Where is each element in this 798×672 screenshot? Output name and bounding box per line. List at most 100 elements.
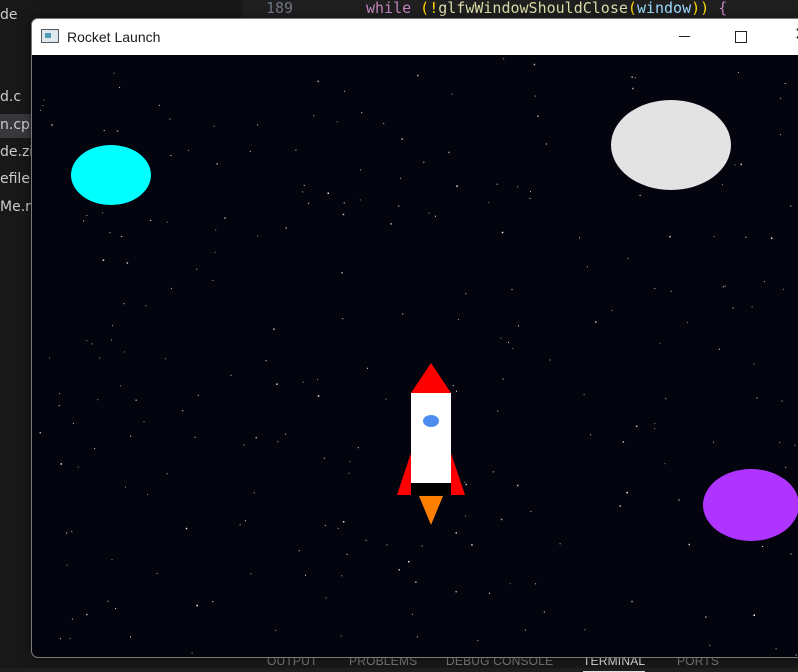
explorer-item[interactable]: d.c — [0, 89, 21, 105]
star — [299, 550, 300, 551]
star — [398, 206, 399, 207]
star — [343, 521, 345, 523]
star — [157, 573, 158, 574]
star — [273, 328, 275, 330]
star — [687, 322, 688, 323]
star — [631, 601, 633, 603]
star — [654, 423, 655, 424]
star — [328, 193, 330, 195]
star — [341, 272, 343, 274]
star — [738, 72, 739, 73]
star — [399, 569, 401, 571]
star — [408, 561, 410, 563]
star — [510, 583, 511, 584]
star — [78, 467, 79, 468]
star — [458, 319, 459, 320]
star — [456, 532, 458, 534]
star — [144, 421, 145, 422]
star — [94, 448, 95, 449]
line-number: 189 — [266, 0, 293, 16]
star — [714, 236, 715, 237]
star — [636, 426, 638, 428]
star — [212, 280, 213, 281]
star — [231, 375, 232, 376]
star — [654, 428, 655, 429]
maximize-button[interactable] — [718, 19, 764, 55]
explorer-item[interactable]: de — [0, 7, 18, 23]
star — [448, 152, 450, 154]
star — [709, 645, 710, 646]
render-canvas[interactable] — [32, 55, 798, 657]
title-bar[interactable]: Rocket Launch ✕ — [32, 19, 798, 55]
star — [186, 528, 188, 530]
star — [725, 286, 726, 287]
rocket-base — [411, 483, 451, 495]
star — [86, 614, 88, 616]
rocket-launch-window: Rocket Launch ✕ — [31, 18, 798, 658]
star — [689, 544, 691, 546]
star — [415, 581, 417, 583]
star — [366, 540, 367, 541]
star — [400, 178, 401, 179]
star — [256, 437, 258, 439]
explorer-item[interactable]: Me.r — [0, 199, 31, 215]
star — [497, 184, 498, 185]
star — [275, 630, 276, 631]
explorer-item[interactable]: efile — [0, 171, 30, 187]
star — [97, 399, 98, 400]
star — [99, 357, 100, 358]
star — [390, 223, 392, 225]
star — [343, 214, 345, 216]
star — [112, 559, 113, 560]
star — [423, 162, 424, 163]
star — [285, 434, 286, 435]
white-planet — [611, 100, 731, 190]
star — [169, 119, 170, 120]
star — [627, 258, 628, 259]
minimize-button[interactable] — [662, 19, 708, 55]
star — [544, 611, 545, 612]
star — [530, 511, 531, 512]
star — [304, 185, 305, 186]
star — [640, 195, 641, 196]
star — [147, 494, 148, 495]
star — [92, 343, 93, 344]
close-button[interactable]: ✕ — [776, 19, 798, 55]
star — [348, 473, 349, 474]
star — [733, 307, 734, 308]
star — [631, 76, 633, 78]
star — [550, 360, 551, 361]
star — [713, 442, 714, 443]
star — [212, 601, 213, 602]
star — [215, 252, 216, 253]
star — [530, 198, 531, 199]
star — [215, 230, 216, 231]
star — [659, 343, 660, 344]
code-text[interactable]: while (!glfwWindowShouldClose(window)) { — [366, 0, 727, 16]
star — [422, 546, 423, 547]
star — [587, 266, 588, 267]
star — [266, 360, 267, 361]
star — [493, 471, 494, 472]
star — [107, 601, 108, 602]
close-icon: ✕ — [794, 24, 798, 44]
star — [341, 635, 342, 636]
star — [776, 648, 777, 649]
star — [723, 286, 724, 287]
star — [626, 492, 628, 494]
star — [360, 169, 361, 170]
star — [305, 575, 306, 576]
star — [455, 591, 457, 593]
star — [277, 441, 278, 442]
star — [254, 492, 255, 493]
star — [488, 202, 489, 203]
star — [678, 499, 680, 501]
explorer-item[interactable]: de.zi — [0, 144, 33, 160]
star — [525, 630, 526, 631]
star — [361, 112, 362, 113]
star — [632, 88, 634, 90]
star — [489, 593, 490, 594]
purple-planet — [703, 469, 798, 541]
star — [560, 543, 561, 544]
star — [546, 144, 547, 145]
